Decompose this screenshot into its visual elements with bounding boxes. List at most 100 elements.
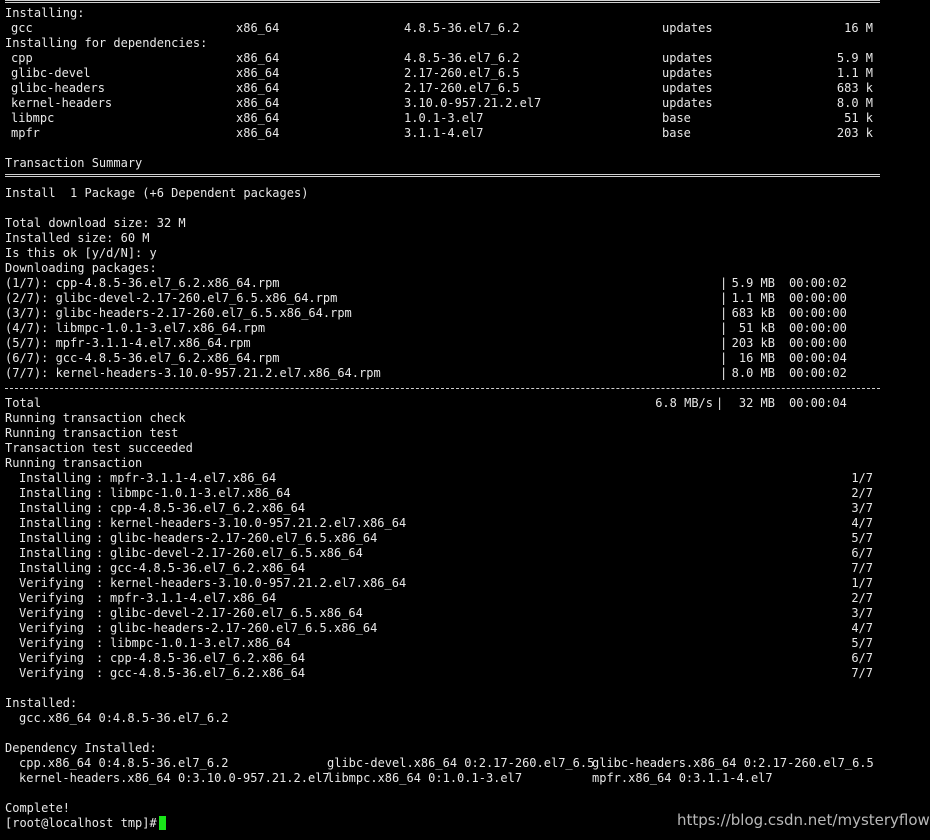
download-size: 683 kB <box>731 306 775 320</box>
transaction-step-row: Verifying: kernel-headers-3.10.0-957.21.2… <box>5 576 885 591</box>
download-row: (3/7): glibc-headers-2.17-260.el7_6.5.x8… <box>5 306 885 321</box>
step-count: 2/7 <box>851 486 873 500</box>
step-colon: : <box>96 576 104 590</box>
step-colon: : <box>96 501 104 515</box>
download-size: 51 kB <box>738 321 775 335</box>
pkg-name: gcc <box>11 21 33 35</box>
total-rate: 6.8 MB/s <box>655 396 713 410</box>
pkg-version: 1.0.1-3.el7 <box>404 111 484 125</box>
pkg-arch: x86_64 <box>236 66 280 80</box>
pkg-version: 4.8.5-36.el7_6.2 <box>404 21 520 35</box>
step-action: Installing <box>19 531 92 545</box>
pkg-name: libmpc <box>11 111 55 125</box>
pkg-arch: x86_64 <box>236 81 280 95</box>
pkg-repo: base <box>662 111 691 125</box>
transaction-step-row: Installing: gcc-4.8.5-36.el7_6.2.x86_64 7/… <box>5 561 885 576</box>
dependency-installed-heading: Dependency Installed: <box>5 741 157 755</box>
transaction-step-row: Installing: mpfr-3.1.1-4.el7.x86_64 1/7 <box>5 471 885 486</box>
download-time: 00:00:00 <box>789 291 847 305</box>
transaction-step-row: Verifying: libmpc-1.0.1-3.el7.x86_64 5/7 <box>5 636 885 651</box>
downloading-heading: Downloading packages: <box>5 261 157 275</box>
step-package: cpp-4.8.5-36.el7_6.2.x86_64 <box>110 501 306 515</box>
dep-installed-item: glibc-headers.x86_64 0:2.17-260.el7_6.5 <box>592 756 874 770</box>
transaction-step-row: Verifying: gcc-4.8.5-36.el7_6.2.x86_64 7/7 <box>5 666 885 681</box>
pkg-size: 1.1 M <box>836 66 873 80</box>
dep-installed-item: mpfr.x86_64 0:3.1.1-4.el7 <box>592 771 773 785</box>
step-colon: : <box>96 516 104 530</box>
pkg-name: glibc-headers <box>11 81 105 95</box>
step-count: 6/7 <box>851 651 873 665</box>
total-row: Total 6.8 MB/s | 32 MB 00:00:04 <box>5 396 885 411</box>
total-label: Total <box>5 396 42 410</box>
dep-installed-item: cpp.x86_64 0:4.8.5-36.el7_6.2 <box>19 756 229 770</box>
pkg-size: 51 k <box>844 111 873 125</box>
transaction-step-row: Installing: cpp-4.8.5-36.el7_6.2.x86_64 3/… <box>5 501 885 516</box>
download-row: (2/7): glibc-devel-2.17-260.el7_6.5.x86_… <box>5 291 885 306</box>
step-count: 1/7 <box>851 576 873 590</box>
step-action: Installing <box>19 471 92 485</box>
step-action: Verifying <box>19 636 85 650</box>
dependency-row: glibc-devel x86_64 2.17-260.el7_6.5 updates… <box>5 66 885 81</box>
pkg-name: cpp <box>11 51 33 65</box>
pkg-size: 5.9 M <box>836 51 873 65</box>
step-colon: : <box>96 651 104 665</box>
terminal-window[interactable]: Installing: gcc x86_64 4.8.5-36.el7_6.2 … <box>0 0 930 840</box>
transaction-step-row: Installing: glibc-devel-2.17-260.el7_6.5.… <box>5 546 885 561</box>
download-size: 203 kB <box>731 336 775 350</box>
step-package: kernel-headers-3.10.0-957.21.2.el7.x86_6… <box>110 516 407 530</box>
step-colon: : <box>96 666 104 680</box>
download-file: (3/7): glibc-headers-2.17-260.el7_6.5.x8… <box>5 306 352 320</box>
download-file: (6/7): gcc-4.8.5-36.el7_6.2.x86_64.rpm <box>5 351 280 365</box>
step-count: 5/7 <box>851 636 873 650</box>
dependency-row: cpp x86_64 4.8.5-36.el7_6.2 updates 5.9 M <box>5 51 885 66</box>
pkg-version: 2.17-260.el7_6.5 <box>404 81 520 95</box>
watermark-url: https://blog.csdn.net/mysteryflower <box>677 811 930 829</box>
step-count: 4/7 <box>851 621 873 635</box>
step-count: 7/7 <box>851 666 873 680</box>
transaction-step-row: Verifying: cpp-4.8.5-36.el7_6.2.x86_64 6/7 <box>5 651 885 666</box>
download-file: (4/7): libmpc-1.0.1-3.el7.x86_64.rpm <box>5 321 266 335</box>
step-colon: : <box>96 606 104 620</box>
step-colon: : <box>96 561 104 575</box>
download-size: 16 MB <box>738 351 775 365</box>
step-count: 1/7 <box>851 471 873 485</box>
pkg-repo: base <box>662 126 691 140</box>
download-file: (7/7): kernel-headers-3.10.0-957.21.2.el… <box>5 366 381 380</box>
pkg-size: 8.0 M <box>836 96 873 110</box>
install-count-line: Install 1 Package (+6 Dependent packages… <box>5 186 309 200</box>
status-line: Running transaction check <box>5 411 186 425</box>
step-count: 3/7 <box>851 606 873 620</box>
installing-heading: Installing: <box>5 6 85 20</box>
status-line: Transaction test succeeded <box>5 441 193 455</box>
transaction-step-row: Installing: kernel-headers-3.10.0-957.21.… <box>5 516 885 531</box>
pkg-repo: updates <box>662 96 713 110</box>
transaction-step-row: Verifying: glibc-headers-2.17-260.el7_6.5… <box>5 621 885 636</box>
download-row: (7/7): kernel-headers-3.10.0-957.21.2.el… <box>5 366 885 381</box>
pkg-name: mpfr <box>11 126 40 140</box>
text-cursor[interactable] <box>159 816 166 830</box>
pkg-arch: x86_64 <box>236 96 280 110</box>
step-action: Verifying <box>19 621 85 635</box>
transaction-step-row: Installing: glibc-headers-2.17-260.el7_6.… <box>5 531 885 546</box>
step-colon: : <box>96 591 104 605</box>
dep-installed-item: libmpc.x86_64 0:1.0.1-3.el7 <box>327 771 523 785</box>
step-colon: : <box>96 471 104 485</box>
step-action: Installing <box>19 561 92 575</box>
pkg-repo: updates <box>662 81 713 95</box>
dependency-installed-row: cpp.x86_64 0:4.8.5-36.el7_6.2 glibc-deve… <box>5 756 885 771</box>
download-size: 1.1 MB <box>731 291 775 305</box>
dependencies-heading: Installing for dependencies: <box>5 36 208 50</box>
pkg-size: 16 M <box>844 21 873 35</box>
download-size: 8.0 MB <box>731 366 775 380</box>
pkg-size: 683 k <box>836 81 873 95</box>
pkg-version: 2.17-260.el7_6.5 <box>404 66 520 80</box>
installed-item: gcc.x86_64 0:4.8.5-36.el7_6.2 <box>5 711 885 726</box>
dependency-row: mpfr x86_64 3.1.1-4.el7 base 203 k <box>5 126 885 141</box>
pkg-repo: updates <box>662 66 713 80</box>
dependency-installed-row: kernel-headers.x86_64 0:3.10.0-957.21.2.… <box>5 771 885 786</box>
pkg-name: glibc-devel <box>11 66 91 80</box>
download-file: (1/7): cpp-4.8.5-36.el7_6.2.x86_64.rpm <box>5 276 280 290</box>
download-time: 00:00:00 <box>789 321 847 335</box>
step-action: Verifying <box>19 576 85 590</box>
download-size: 5.9 MB <box>731 276 775 290</box>
